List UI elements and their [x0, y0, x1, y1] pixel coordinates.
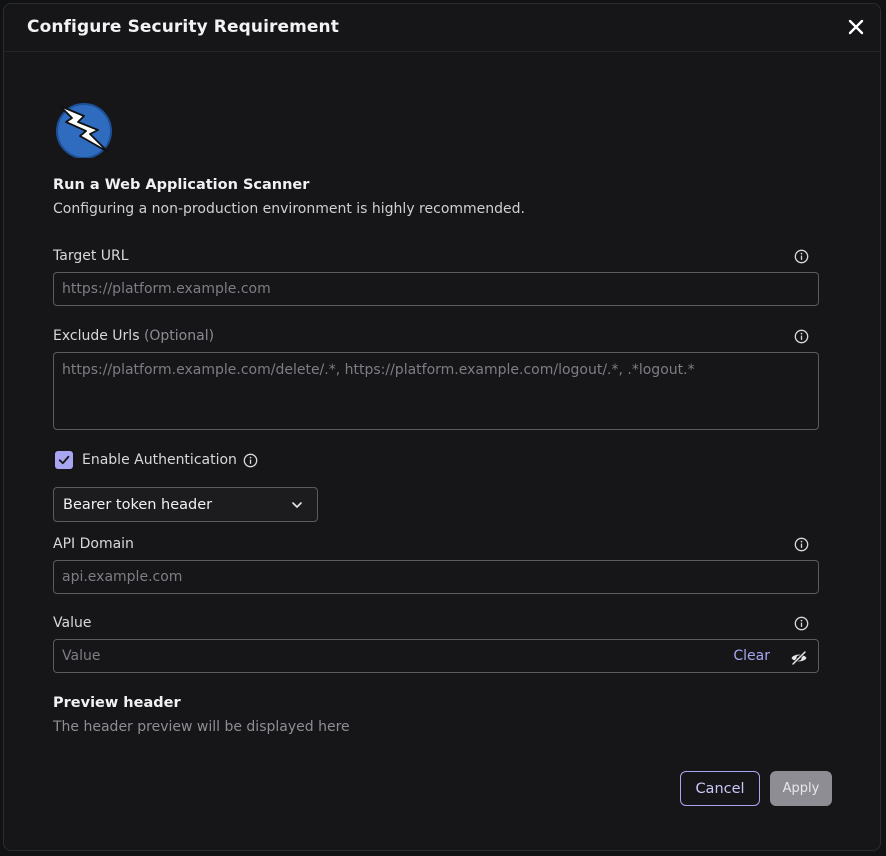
- apply-button[interactable]: Apply: [770, 771, 832, 806]
- value-label: Value: [53, 615, 92, 631]
- exclude-urls-textarea[interactable]: [53, 352, 819, 430]
- preview-header-title: Preview header: [53, 695, 181, 711]
- info-icon[interactable]: [794, 537, 809, 552]
- enable-auth-label: Enable Authentication: [82, 452, 237, 468]
- scanner-subtitle: Configuring a non-production environment…: [53, 201, 525, 217]
- info-icon[interactable]: [794, 329, 809, 344]
- modal-title: Configure Security Requirement: [27, 17, 339, 37]
- close-button[interactable]: [844, 15, 868, 39]
- check-icon: [58, 455, 70, 465]
- cancel-button[interactable]: Cancel: [680, 771, 760, 806]
- scanner-title: Run a Web Application Scanner: [53, 177, 310, 193]
- eye-off-icon[interactable]: [790, 649, 808, 667]
- security-requirement-modal: Configure Security Requirement Run a Web…: [3, 3, 881, 851]
- target-url-label: Target URL: [53, 248, 129, 264]
- exclude-urls-label-text: Exclude Urls: [53, 328, 140, 344]
- info-icon[interactable]: [794, 249, 809, 264]
- info-icon[interactable]: [243, 453, 258, 468]
- modal-header: Configure Security Requirement: [4, 4, 880, 52]
- close-icon: [848, 19, 864, 35]
- exclude-urls-label: Exclude Urls (Optional): [53, 328, 214, 344]
- lightning-logo-icon: [56, 103, 112, 158]
- enable-auth-label-text: Enable Authentication: [82, 452, 237, 468]
- optional-tag: (Optional): [143, 328, 215, 344]
- clear-button[interactable]: Clear: [733, 648, 770, 664]
- enable-auth-checkbox[interactable]: [55, 451, 73, 469]
- value-input[interactable]: [53, 639, 819, 673]
- api-domain-label: API Domain: [53, 536, 134, 552]
- auth-type-selected: Bearer token header: [63, 496, 213, 513]
- info-icon[interactable]: [794, 616, 809, 631]
- preview-header-placeholder: The header preview will be displayed her…: [53, 719, 350, 735]
- api-domain-input[interactable]: [53, 560, 819, 594]
- target-url-input[interactable]: [53, 272, 819, 306]
- auth-type-select[interactable]: Bearer token header: [53, 487, 318, 522]
- chevron-down-icon: [292, 502, 302, 508]
